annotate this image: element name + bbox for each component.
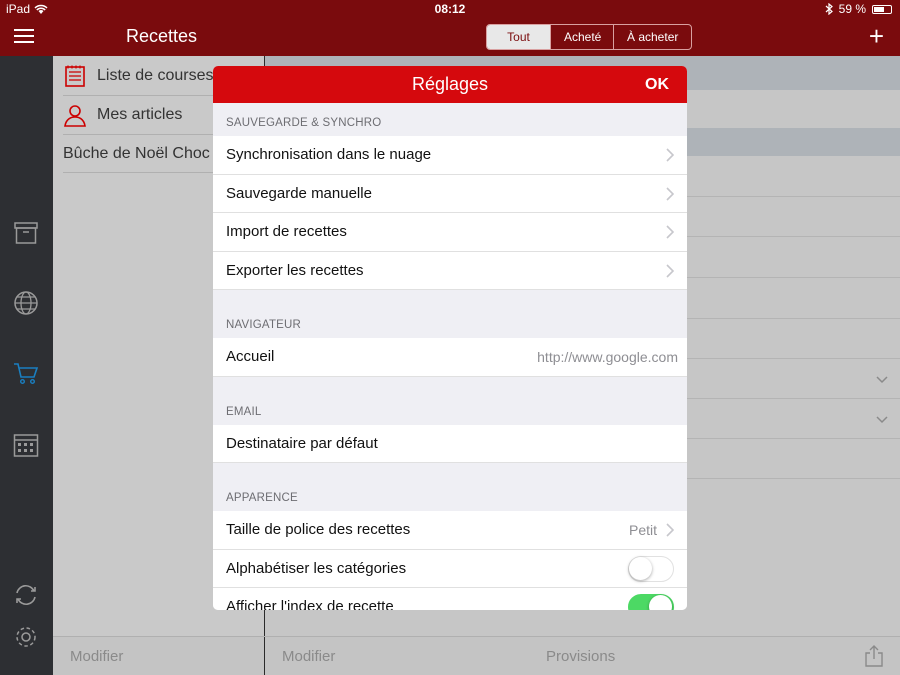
cell-label: Destinataire par défaut: [226, 434, 378, 452]
home-url-value: http://www.google.com: [537, 349, 678, 365]
list-item-label: Bûche de Noël Choc: [63, 145, 210, 162]
add-icon[interactable]: +: [869, 23, 884, 49]
chevron-down-icon[interactable]: [876, 373, 888, 385]
chevron-right-icon: [666, 186, 674, 201]
list-item-label: Mes articles: [97, 106, 183, 123]
cell-label: Afficher l'index de recette: [226, 598, 394, 610]
list-item-recipe[interactable]: Bûche de Noël Choc: [63, 135, 210, 173]
nav-title: Recettes: [126, 26, 198, 46]
import-recipes-row[interactable]: Import de recettes: [213, 213, 687, 252]
cell-label: Synchronisation dans le nuage: [226, 146, 432, 163]
segment-bought[interactable]: Acheté: [550, 25, 613, 49]
toggle-knob: [629, 556, 652, 580]
left-rail: [0, 56, 53, 675]
list-item-label: Liste de courses: [97, 67, 214, 84]
box-icon[interactable]: [13, 220, 39, 246]
gear-icon[interactable]: [13, 624, 39, 650]
globe-icon[interactable]: [13, 290, 39, 316]
bluetooth-icon: [825, 3, 833, 15]
cloud-sync-row[interactable]: Synchronisation dans le nuage: [213, 136, 687, 175]
cell-label: Exporter les recettes: [226, 261, 364, 279]
font-size-value: Petit: [628, 522, 657, 538]
default-recipient-row[interactable]: Destinataire par défaut: [213, 424, 687, 463]
top-bar: iPad 08:12 59 % Recettes Tout Acheté À a…: [0, 0, 900, 56]
segmented-control: Tout Acheté À acheter: [486, 24, 693, 50]
chevron-right-icon: [666, 148, 674, 162]
ok-button[interactable]: OK: [645, 76, 669, 94]
cell-label: Import de recettes: [226, 223, 347, 240]
manual-backup-row[interactable]: Sauvegarde manuelle: [213, 174, 687, 213]
right-edit-button[interactable]: Modifier: [282, 648, 335, 665]
list-item-my-articles[interactable]: Mes articles: [63, 96, 182, 134]
person-icon: [64, 105, 86, 127]
list-item-shopping-list[interactable]: Liste de courses: [63, 57, 214, 95]
provisions-button[interactable]: Provisions: [546, 648, 615, 665]
settings-modal: Réglages OK SAUVEGARDE & SYNCHRO Synchro…: [213, 66, 687, 610]
toolbar-divider: [264, 637, 265, 675]
sync-icon[interactable]: [13, 582, 39, 608]
left-edit-button[interactable]: Modifier: [70, 648, 123, 665]
section-header-browser: NAVIGATEUR: [226, 319, 302, 331]
alphabetize-row: Alphabétiser les catégories: [213, 549, 687, 588]
notepad-icon: [65, 65, 85, 87]
show-index-row: Afficher l'index de recette: [213, 588, 687, 610]
cart-icon[interactable]: [13, 360, 39, 386]
chevron-down-icon[interactable]: [876, 413, 888, 425]
status-time: 08:12: [434, 2, 466, 16]
calendar-icon[interactable]: [13, 432, 39, 458]
battery-percent: 59 %: [838, 2, 866, 16]
bottom-toolbar: Modifier Modifier Provisions: [53, 636, 900, 675]
segment-to-buy[interactable]: À acheter: [613, 25, 691, 49]
chevron-right-icon: [666, 225, 674, 239]
cell-label: Alphabétiser les catégories: [226, 559, 407, 577]
modal-title: Réglages: [411, 74, 489, 94]
export-recipes-row[interactable]: Exporter les recettes: [213, 251, 687, 290]
section-header-email: EMAIL: [226, 405, 262, 418]
section-header-appearance: APPARENCE: [226, 492, 298, 504]
chevron-right-icon: [666, 523, 674, 537]
chevron-right-icon: [666, 263, 674, 278]
browser-home-row[interactable]: Accueil http://www.google.com: [213, 338, 687, 377]
modal-header: Réglages OK: [213, 66, 687, 103]
toggle-knob: [649, 595, 672, 610]
show-index-toggle[interactable]: [628, 594, 674, 610]
section-header-backup: SAUVEGARDE & SYNCHRO: [226, 117, 382, 129]
cell-label: Sauvegarde manuelle: [226, 184, 372, 202]
font-size-row[interactable]: Taille de police des recettes Petit: [213, 511, 687, 550]
battery-icon: [872, 4, 892, 14]
segment-all[interactable]: Tout: [487, 25, 550, 49]
cell-label: Accueil: [226, 348, 275, 365]
alphabetize-toggle[interactable]: [628, 555, 674, 582]
menu-icon[interactable]: [14, 29, 34, 43]
share-icon[interactable]: [864, 645, 884, 667]
cell-label: Taille de police des recettes: [226, 521, 411, 538]
status-right: 59 %: [825, 2, 892, 16]
